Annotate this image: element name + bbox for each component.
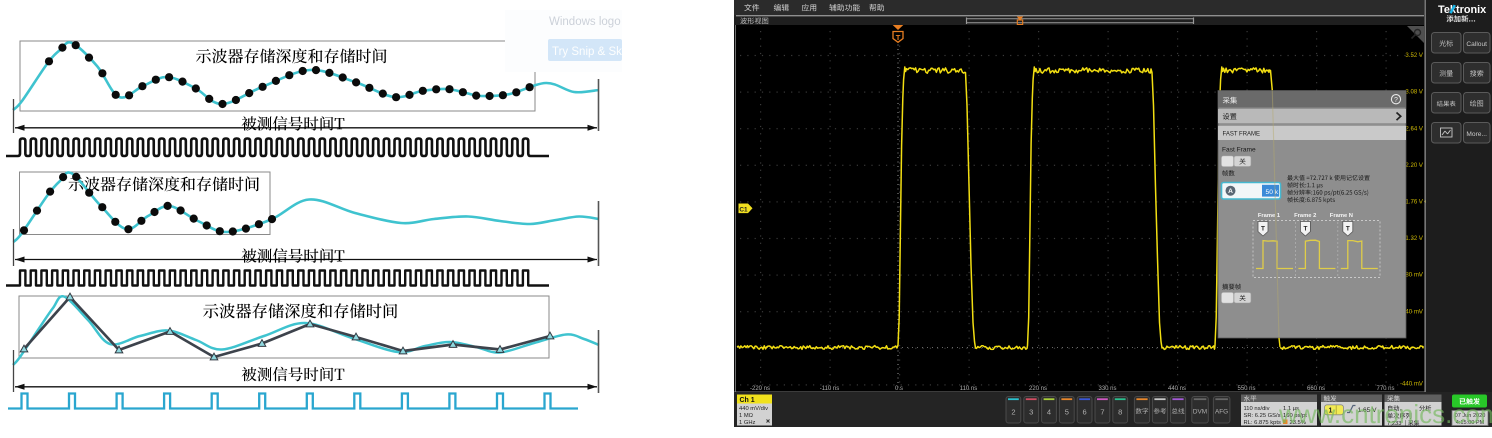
svg-text:1 MΩ: 1 MΩ: [739, 413, 754, 419]
svg-text:0 s: 0 s: [895, 386, 903, 392]
svg-text:6: 6: [1083, 408, 1087, 417]
svg-text:FAST FRAME: FAST FRAME: [1223, 131, 1261, 137]
svg-text:Frame 1: Frame 1: [1258, 213, 1281, 219]
svg-text:50 k: 50 k: [1266, 189, 1279, 196]
svg-text:A: A: [1228, 188, 1233, 195]
svg-text:3.08 V: 3.08 V: [1405, 89, 1424, 96]
svg-text:www.cntronics.com: www.cntronics.com: [1278, 399, 1492, 429]
svg-text:AFG: AFG: [1215, 409, 1228, 416]
svg-text:T: T: [1303, 226, 1307, 233]
svg-text:T: T: [1346, 226, 1350, 233]
svg-text:1.76 V: 1.76 V: [1405, 199, 1424, 206]
svg-text:Fast Frame: Fast Frame: [1222, 147, 1256, 154]
svg-text:-110 ns: -110 ns: [820, 386, 840, 392]
svg-text:RL: 6.875 kpts: RL: 6.875 kpts: [1244, 420, 1281, 426]
svg-text:4: 4: [1047, 408, 1051, 417]
svg-text:7: 7: [1100, 408, 1104, 417]
svg-text:-440 mV: -440 mV: [1400, 381, 1424, 388]
svg-text:Callout: Callout: [1466, 41, 1487, 48]
svg-text:330 ns: 330 ns: [1098, 386, 1116, 392]
svg-text:110 ns: 110 ns: [960, 386, 978, 392]
svg-text:SR: 6.25 GS/s: SR: 6.25 GS/s: [1244, 413, 1281, 419]
svg-text:220 ns: 220 ns: [1029, 386, 1047, 392]
svg-text:3: 3: [1029, 408, 1033, 417]
svg-text:2.20 V: 2.20 V: [1405, 162, 1424, 169]
svg-text:770 ns: 770 ns: [1376, 386, 1394, 392]
svg-text:440 ns: 440 ns: [1168, 386, 1186, 392]
svg-text:T: T: [1261, 226, 1265, 233]
svg-text:1 GHz: 1 GHz: [739, 420, 756, 426]
svg-text:-220 ns: -220 ns: [750, 386, 770, 392]
svg-text:660 ns: 660 ns: [1307, 386, 1325, 392]
svg-text:Ch 1: Ch 1: [740, 397, 755, 404]
svg-text:3.52 V: 3.52 V: [1405, 52, 1424, 59]
svg-text:5: 5: [1065, 408, 1069, 417]
svg-text:Windows logo: Windows logo: [549, 16, 621, 28]
svg-text:?: ?: [1394, 97, 1398, 104]
svg-text:2: 2: [1011, 408, 1015, 417]
svg-text:Tektronix: Tektronix: [1438, 4, 1486, 16]
svg-text:1.32 V: 1.32 V: [1405, 235, 1424, 242]
svg-text:110 ns/div: 110 ns/div: [1244, 406, 1270, 412]
svg-text:Try Snip & Sk: Try Snip & Sk: [552, 46, 622, 58]
svg-text:550 ns: 550 ns: [1237, 386, 1255, 392]
svg-text:Frame N: Frame N: [1330, 213, 1353, 219]
svg-text:2.64 V: 2.64 V: [1405, 125, 1424, 132]
svg-text:8: 8: [1118, 408, 1122, 417]
svg-text:440 mV/div: 440 mV/div: [739, 406, 768, 412]
svg-text:C1: C1: [739, 207, 748, 214]
svg-text:DVM: DVM: [1193, 409, 1207, 416]
svg-text:More...: More...: [1466, 131, 1487, 138]
svg-text:Frame 2: Frame 2: [1294, 213, 1316, 219]
svg-text:T: T: [896, 33, 901, 42]
